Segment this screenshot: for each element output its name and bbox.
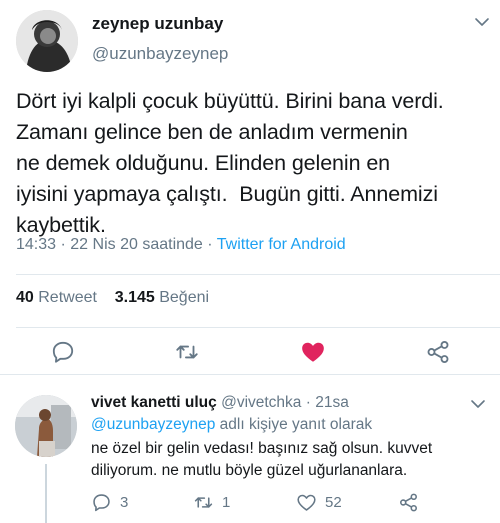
reply-retweet-button[interactable]: 1 bbox=[193, 491, 230, 513]
author-avatar[interactable] bbox=[16, 10, 78, 72]
meta-separator: · bbox=[207, 236, 217, 253]
tweet-stats: 40 Retweet 3.145 Beğeni bbox=[16, 289, 209, 307]
share-icon bbox=[427, 341, 449, 363]
reply-reply-count: 3 bbox=[120, 493, 129, 511]
reply-tweet[interactable]: vivet kanetti uluç @vivetchka · 21sa @uz… bbox=[0, 380, 500, 523]
tweet-meta: 14:33 · 22 Nis 20 saatinde · Twitter for… bbox=[16, 236, 346, 254]
share-icon bbox=[400, 493, 417, 511]
tweet-time: 14:33 bbox=[16, 236, 57, 253]
reply-text: ne özel bir gelin vedası! başınız sağ ol… bbox=[91, 440, 433, 479]
reply-retweet-count: 1 bbox=[222, 493, 231, 511]
reply-time[interactable]: 21sa bbox=[315, 394, 349, 411]
like-label: Beğeni bbox=[159, 289, 210, 306]
reply-like-button[interactable]: 52 bbox=[296, 491, 342, 513]
reply-author-avatar[interactable] bbox=[15, 395, 77, 457]
reply-author-name[interactable]: vivet kanetti uluç bbox=[91, 394, 217, 411]
like-count: 3.145 bbox=[114, 289, 155, 306]
likes-stat[interactable]: 3.145 Beğeni bbox=[115, 289, 209, 306]
like-button[interactable] bbox=[300, 339, 326, 365]
tweet-source-link[interactable]: Twitter for Android bbox=[217, 236, 346, 253]
meta-separator: · bbox=[305, 394, 316, 411]
share-button[interactable] bbox=[425, 339, 451, 365]
heart-icon bbox=[302, 342, 324, 362]
reply-reply-button[interactable]: 3 bbox=[91, 491, 128, 513]
retweet-icon bbox=[194, 496, 213, 508]
chevron-down-icon[interactable] bbox=[470, 396, 486, 412]
reply-author-handle[interactable]: @vivetchka bbox=[221, 394, 301, 411]
chevron-down-icon[interactable] bbox=[474, 14, 490, 30]
retweet-button[interactable] bbox=[174, 339, 200, 365]
retweets-stat[interactable]: 40 Retweet bbox=[16, 289, 97, 306]
divider bbox=[16, 327, 500, 328]
divider bbox=[0, 374, 500, 375]
tweet-date: 22 Nis 20 saatinde bbox=[70, 236, 203, 253]
reply-icon bbox=[52, 341, 74, 363]
replying-to: @uzunbayzeynep adlı kişiye yanıt olarak bbox=[91, 416, 372, 434]
heart-outline-icon bbox=[297, 494, 316, 511]
reply-to-suffix: adlı kişiye yanıt olarak bbox=[219, 416, 373, 433]
tweet-text: Dört iyi kalpli çocuk büyüttü. Birini ba… bbox=[16, 89, 444, 237]
author-name[interactable]: zeynep uzunbay bbox=[92, 14, 223, 34]
divider bbox=[16, 274, 500, 275]
reply-share-button[interactable] bbox=[398, 491, 419, 513]
author-handle[interactable]: @uzunbayzeynep bbox=[92, 44, 228, 64]
retweet-count: 40 bbox=[16, 289, 34, 306]
thread-line bbox=[45, 464, 47, 523]
reply-icon bbox=[93, 493, 110, 511]
reply-to-mention[interactable]: @uzunbayzeynep bbox=[91, 416, 215, 433]
reply-like-count: 52 bbox=[325, 493, 342, 511]
retweet-label: Retweet bbox=[38, 289, 97, 306]
reply-header: vivet kanetti uluç @vivetchka · 21sa bbox=[91, 394, 349, 412]
meta-separator: · bbox=[60, 236, 71, 253]
reply-button[interactable] bbox=[50, 339, 76, 365]
retweet-icon bbox=[176, 345, 198, 359]
